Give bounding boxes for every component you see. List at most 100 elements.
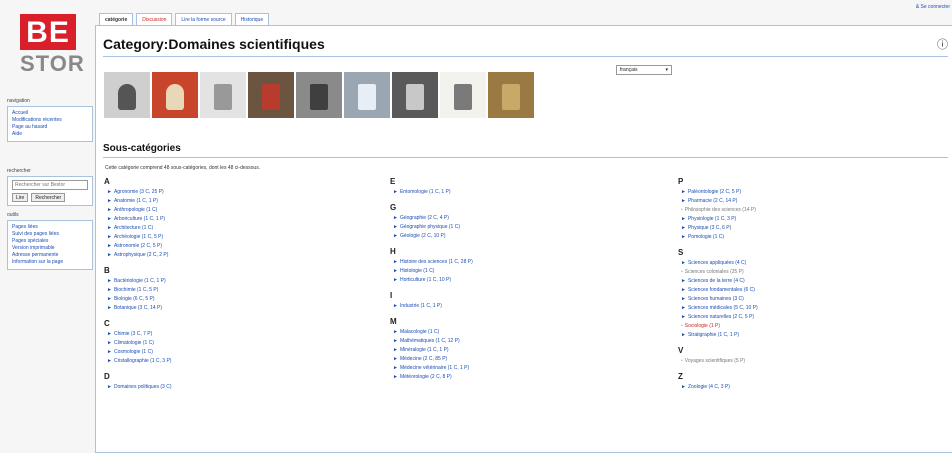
tab-categorie[interactable]: catégorie — [99, 13, 134, 25]
subcategory-link[interactable]: ► Anthropologie (1 C) — [104, 206, 384, 215]
subcategory-link[interactable]: ► Entomologie (1 C, 1 P) — [390, 188, 670, 197]
expand-arrow-icon[interactable]: ► — [107, 358, 112, 364]
nav-item-accueil[interactable]: Accueil — [12, 110, 88, 117]
expand-arrow-icon[interactable]: ► — [107, 198, 112, 204]
atomium-thumb[interactable] — [344, 72, 390, 118]
expand-arrow-icon[interactable]: ► — [393, 224, 398, 230]
subcategory-link[interactable]: ► Géologie (2 C, 10 P) — [390, 232, 670, 241]
expand-arrow-icon[interactable]: ► — [107, 216, 112, 222]
subcategory-link[interactable]: ► Physiologie (1 C, 3 P) — [678, 215, 952, 224]
subcategory-link[interactable]: ► Industrie (1 C, 1 P) — [390, 302, 670, 311]
expand-arrow-icon[interactable]: ► — [393, 329, 398, 335]
subcategory-link[interactable]: ► Anatomie (1 C, 1 P) — [104, 197, 384, 206]
expand-arrow-icon[interactable]: ► — [393, 338, 398, 344]
subcategory-link[interactable]: ► Géographie (2 C, 4 P) — [390, 214, 670, 223]
expand-arrow-icon[interactable]: ► — [107, 234, 112, 240]
expand-arrow-icon[interactable]: ► — [681, 216, 686, 222]
subcategory-link[interactable]: ► Arboriculture (1 C, 1 P) — [104, 215, 384, 224]
go-button[interactable]: Lire — [12, 193, 29, 202]
expand-arrow-icon[interactable]: ► — [681, 234, 686, 240]
subcategory-link[interactable]: ► Pomologie (1 C) — [678, 233, 952, 242]
subcategory-link[interactable]: • Sciences coloniales (25 P) — [678, 268, 952, 277]
expand-arrow-icon[interactable]: ► — [107, 243, 112, 249]
subcategory-link[interactable]: ► Sciences médicales (5 C, 10 P) — [678, 304, 952, 313]
expand-arrow-icon[interactable]: ► — [107, 207, 112, 213]
expand-arrow-icon[interactable]: ► — [681, 189, 686, 195]
subcategory-link[interactable]: ► Biochimie (1 C, 5 P) — [104, 286, 384, 295]
subcategory-link[interactable]: ► Biologie (6 C, 5 P) — [104, 295, 384, 304]
expand-arrow-icon[interactable]: ► — [107, 349, 112, 355]
tool-pages-liees[interactable]: Pages liées — [12, 224, 88, 231]
subcategory-link[interactable]: • Voyages scientifiques (5 P) — [678, 357, 952, 366]
subcategory-link[interactable]: ► Médecine vétérinaire (1 C, 1 P) — [390, 364, 670, 373]
bestor-logo[interactable]: BE STOR — [20, 14, 84, 78]
subcategory-link[interactable]: ► Horticulture (1 C, 10 P) — [390, 276, 670, 285]
expand-arrow-icon[interactable]: ► — [681, 260, 686, 266]
expand-arrow-icon[interactable]: ► — [107, 331, 112, 337]
tab-history[interactable]: Historique — [234, 13, 270, 25]
expand-arrow-icon[interactable]: ► — [681, 198, 686, 204]
expand-arrow-icon[interactable]: ► — [681, 332, 686, 338]
search-input[interactable] — [12, 180, 88, 190]
subcategory-link[interactable]: • Philosophie des sciences (14 P) — [678, 206, 952, 215]
expand-arrow-icon[interactable]: ► — [681, 287, 686, 293]
subcategory-link[interactable]: ► Domaines politiques (3 C) — [104, 383, 384, 392]
expand-arrow-icon[interactable]: ► — [393, 215, 398, 221]
expand-arrow-icon[interactable]: ► — [681, 314, 686, 320]
subcategory-link[interactable]: ► Climatologie (1 C) — [104, 339, 384, 348]
subcategory-link[interactable]: • Sociologie (1 P) — [678, 322, 952, 331]
expand-arrow-icon[interactable]: ► — [393, 347, 398, 353]
subcategory-link[interactable]: ► Histologie (1 C) — [390, 267, 670, 276]
expand-arrow-icon[interactable]: ► — [107, 296, 112, 302]
tool-version-imprimable[interactable]: Version imprimable — [12, 245, 88, 252]
document-thumb[interactable] — [440, 72, 486, 118]
search-button[interactable]: Rechercher — [31, 193, 66, 202]
subcategory-link[interactable]: ► Sciences appliquées (4 C) — [678, 259, 952, 268]
subcategory-link[interactable]: ► Bactériologie (1 C, 1 P) — [104, 277, 384, 286]
expand-arrow-icon[interactable]: ► — [681, 278, 686, 284]
tool-adresse-permanente[interactable]: Adresse permanente — [12, 252, 88, 259]
subcategory-link[interactable]: ► Stratigraphie (1 C, 1 P) — [678, 331, 952, 340]
subcategory-link[interactable]: ► Malacologie (1 C) — [390, 328, 670, 337]
subcategory-link[interactable]: ► Sciences naturelles (2 C, 5 P) — [678, 313, 952, 322]
subcategory-link[interactable]: ► Minéralogie (1 C, 1 P) — [390, 346, 670, 355]
nav-item-page-au-hasard[interactable]: Page au hasard — [12, 124, 88, 131]
tab-view-source[interactable]: Lire la forme source — [175, 13, 232, 25]
help-icon[interactable]: ⓘ? — [937, 36, 948, 52]
expand-arrow-icon[interactable]: ► — [393, 189, 398, 195]
expand-arrow-icon[interactable]: ► — [681, 384, 686, 390]
exhibition-thumb[interactable] — [248, 72, 294, 118]
expand-arrow-icon[interactable]: ► — [107, 287, 112, 293]
microscope-thumb[interactable] — [152, 72, 198, 118]
subcategory-link[interactable]: ► Botanique (3 C, 14 P) — [104, 304, 384, 313]
building-thumb[interactable] — [200, 72, 246, 118]
expand-arrow-icon[interactable]: ► — [393, 268, 398, 274]
expand-arrow-icon[interactable]: ► — [107, 384, 112, 390]
subcategory-link[interactable]: ► Archéologie (1 C, 5 P) — [104, 233, 384, 242]
expand-arrow-icon[interactable]: ► — [393, 303, 398, 309]
language-select[interactable]: français ▾ — [616, 65, 672, 75]
subcategory-link[interactable]: ► Astronomie (2 C, 5 P) — [104, 242, 384, 251]
login-link[interactable]: & Se connecter — [916, 4, 950, 10]
subcategory-link[interactable]: ► Paléontologie (2 C, 5 P) — [678, 188, 952, 197]
subcategory-link[interactable]: ► Zoologie (4 C, 3 P) — [678, 383, 952, 392]
tab-discussion[interactable]: Discussion — [136, 13, 173, 25]
gold-medal-thumb[interactable] — [488, 72, 534, 118]
expand-arrow-icon[interactable]: ► — [107, 340, 112, 346]
tool-pages-speciales[interactable]: Pages spéciales — [12, 238, 88, 245]
nav-item-modifications-recentes[interactable]: Modifications récentes — [12, 117, 88, 124]
street-thumb[interactable] — [392, 72, 438, 118]
expand-arrow-icon[interactable]: ► — [393, 233, 398, 239]
expand-arrow-icon[interactable]: ► — [393, 365, 398, 371]
expand-arrow-icon[interactable]: ► — [393, 356, 398, 362]
expand-arrow-icon[interactable]: ► — [681, 305, 686, 311]
expand-arrow-icon[interactable]: ► — [107, 189, 112, 195]
expand-arrow-icon[interactable]: ► — [393, 259, 398, 265]
group-photo-thumb[interactable] — [296, 72, 342, 118]
expand-arrow-icon[interactable]: ► — [107, 252, 112, 258]
expand-arrow-icon[interactable]: ► — [393, 374, 398, 380]
expand-arrow-icon[interactable]: ► — [107, 278, 112, 284]
tool-information-page[interactable]: Information sur la page — [12, 259, 88, 266]
subcategory-link[interactable]: ► Architecture (1 C) — [104, 224, 384, 233]
portrait-thumb[interactable] — [104, 72, 150, 118]
